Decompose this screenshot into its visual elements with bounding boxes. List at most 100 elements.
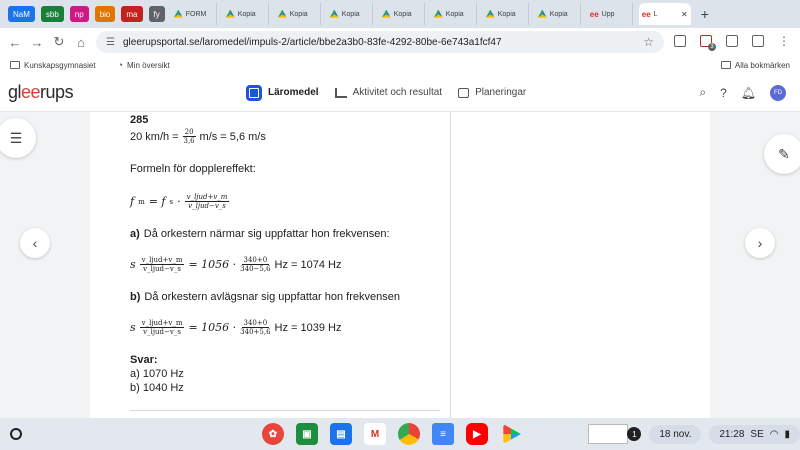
extension-badge-icon[interactable]: 3 — [700, 35, 716, 51]
bookmark-label: Kunskapsgymnasiet — [24, 60, 96, 70]
calc-fraction: v_ljud+v_m v_ljud−v_s — [139, 256, 185, 273]
launcher-icon[interactable] — [10, 428, 22, 440]
folder-icon — [720, 61, 731, 69]
holding-space-thumbnail[interactable] — [588, 424, 628, 444]
calc-value: = 1056 · — [188, 258, 237, 271]
book-icon — [246, 84, 262, 101]
browser-tab[interactable]: Kopia — [431, 3, 477, 25]
all-bookmarks[interactable]: Alla bokmärken — [720, 61, 790, 70]
forward-button[interactable]: → — [26, 35, 48, 50]
close-tab-icon[interactable]: ✕ — [681, 10, 688, 19]
browser-tab[interactable]: Kopia — [535, 3, 581, 25]
browser-tab[interactable]: Kopia — [327, 3, 373, 25]
part-a-calculation: s v_ljud+v_m v_ljud−v_s = 1056 · 340+0 340… — [130, 256, 450, 273]
calendar-icon — [458, 87, 470, 98]
fraction-numerator: 340+0 — [241, 319, 270, 328]
canvas-app-icon[interactable]: ✿ — [262, 423, 284, 445]
tools-button[interactable]: ✎ — [764, 134, 800, 174]
tab-title: Kopia — [393, 10, 412, 18]
gleerups-logo[interactable]: gleerups — [8, 82, 74, 103]
site-info-icon[interactable]: ☰ — [106, 37, 115, 48]
nav-planeringar[interactable]: Planeringar — [458, 87, 526, 98]
search-icon[interactable]: ⌕ — [699, 85, 706, 100]
next-page-button[interactable]: › — [745, 228, 775, 258]
nav-laromedel[interactable]: Läromedel — [246, 84, 319, 101]
bookmark-star-icon[interactable]: ☆ — [643, 35, 654, 49]
battery-icon: ▮ — [784, 428, 790, 440]
gmail-app-icon[interactable]: M — [364, 423, 386, 445]
formula-eq: = f — [148, 195, 166, 208]
bell-icon[interactable]: 🔔︎ — [741, 86, 756, 100]
browser-tab[interactable]: ee Upp — [587, 3, 633, 25]
calc-fraction: v_ljud+v_m v_ljud−v_s — [139, 319, 185, 336]
part-b-result: Hz = 1039 Hz — [274, 321, 342, 334]
tab-group-nam[interactable]: NaM — [8, 6, 35, 22]
tab-title: Kopia — [341, 10, 360, 18]
nav-label: Aktivitet och resultat — [352, 87, 443, 98]
part-b-question: Då orkestern avlägsnar sig uppfattar hon… — [144, 291, 400, 303]
browser-tab[interactable]: Kopia — [275, 3, 321, 25]
os-shelf: ✿ ▣ ▤ M ≡ ▶ 1 18 nov. 21:28 SE ◠ ▮ — [0, 418, 800, 450]
problem-number: 285 — [130, 114, 149, 126]
avatar[interactable]: FD — [770, 84, 786, 101]
notification-count[interactable]: 1 — [627, 427, 642, 441]
browser-tab-active[interactable]: ee L ✕ — [638, 3, 691, 25]
tab-group-bio[interactable]: bio — [94, 6, 116, 22]
part-a-result: Hz = 1074 Hz — [274, 258, 342, 271]
table-of-contents-button[interactable]: ☰ — [0, 118, 36, 158]
bookmark-min-oversikt[interactable]: ◔ Min översikt — [118, 60, 170, 70]
browser-tab[interactable]: FORM — [171, 3, 217, 25]
address-bar[interactable]: ☰ gleerupsportal.se/laromedel/impuls-2/a… — [96, 31, 664, 53]
drive-icon — [381, 9, 391, 18]
browser-menu-icon[interactable]: ⋮ — [778, 34, 790, 48]
fraction-numerator: v_ljud+v_m — [139, 256, 185, 265]
speed-conversion: 20 km/h = 20 3,6 m/s = 5,6 m/s — [130, 128, 450, 145]
side-panel-icon[interactable] — [752, 35, 764, 47]
date-chip[interactable]: 18 nov. — [649, 424, 702, 444]
browser-tab[interactable]: Kopia — [483, 3, 529, 25]
extension-icon[interactable] — [674, 35, 686, 47]
bookmark-kunskapsgymnasiet[interactable]: Kunskapsgymnasiet — [10, 61, 96, 70]
classroom-app-icon[interactable]: ▣ — [296, 423, 318, 445]
play-store-app-icon[interactable] — [503, 424, 521, 444]
wifi-icon: ◠ — [769, 428, 779, 440]
home-button[interactable]: ⌂ — [70, 35, 92, 50]
tab-title: L — [653, 10, 658, 18]
tab-strip: NaM sbb np bio ma fy FORM Kopia Kopia Ko… — [0, 0, 800, 28]
main-content: ☰ ✎ ‹ › 285 20 km/h = 20 3,6 m/s = 5,6 m/… — [0, 112, 800, 418]
drive-icon — [329, 9, 339, 18]
youtube-app-icon[interactable]: ▶ — [466, 423, 488, 445]
tab-group-np[interactable]: np — [69, 6, 89, 22]
doppler-intro: Formeln för dopplereffekt: — [130, 163, 256, 175]
back-button[interactable]: ← — [4, 35, 26, 50]
bookmark-favicon — [10, 61, 20, 69]
fraction-numerator: v_ljud+v_m — [184, 193, 230, 202]
column-divider — [450, 112, 451, 418]
reload-button[interactable]: ↻ — [48, 34, 70, 50]
logo-part: rups — [40, 82, 74, 102]
extensions-puzzle-icon[interactable] — [726, 35, 738, 47]
formula-dot: · — [177, 195, 181, 208]
nav-aktivitet[interactable]: Aktivitet och resultat — [334, 87, 443, 98]
browser-tab[interactable]: Kopia — [379, 3, 425, 25]
part-b-text: b) Då orkestern avlägsnar sig uppfattar … — [130, 291, 450, 303]
help-icon[interactable]: ? — [720, 86, 727, 100]
browser-tab[interactable]: Kopia — [223, 3, 269, 25]
previous-page-button[interactable]: ‹ — [20, 228, 50, 258]
docs-app-icon[interactable]: ≡ — [432, 423, 454, 445]
new-tab-button[interactable]: + — [701, 6, 709, 22]
chrome-app-icon[interactable] — [398, 423, 420, 445]
tab-title: Kopia — [289, 10, 308, 18]
tab-group-ma[interactable]: ma — [121, 6, 143, 22]
status-area[interactable]: 21:28 SE ◠ ▮ — [709, 424, 800, 444]
tab-group-sbb[interactable]: sbb — [40, 6, 64, 22]
calc-value: = 1056 · — [188, 321, 237, 334]
bookmarks-bar: Kunskapsgymnasiet ◔ Min översikt Alla bok… — [0, 56, 800, 74]
fraction-denominator: 340−5,6 — [240, 265, 271, 273]
drive-icon — [173, 9, 183, 18]
part-b-label: b) — [130, 291, 141, 303]
calc-fs: s — [130, 258, 136, 271]
tab-group-fy[interactable]: fy — [148, 6, 165, 22]
tab-title: Kopia — [237, 10, 256, 18]
files-app-icon[interactable]: ▤ — [330, 423, 352, 445]
